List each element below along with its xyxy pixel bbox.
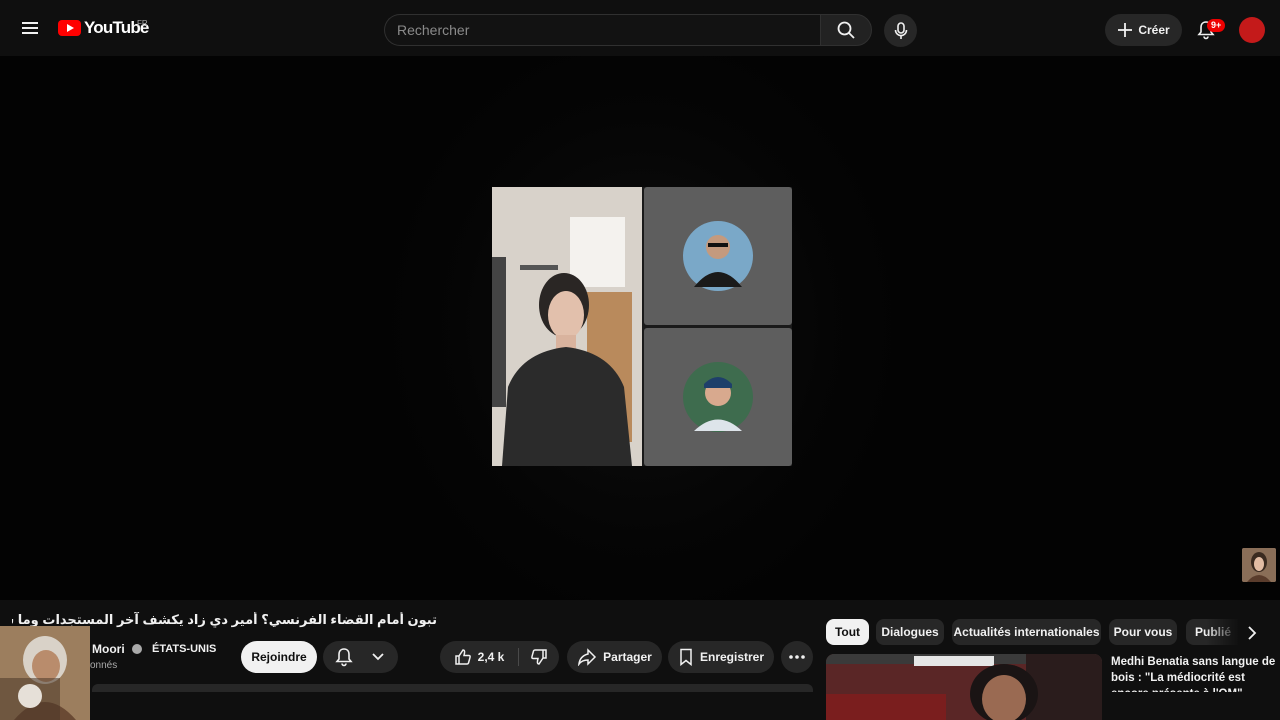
create-label: Créer [1138,23,1170,37]
chip-world-news[interactable]: Actualités internationales [952,619,1101,645]
recommended-image [826,654,1102,720]
share-label: Partager [603,650,652,664]
subscriber-count: onnés [90,660,118,671]
chip-for-you[interactable]: Pour vous [1109,619,1177,645]
subscribe-notification-button[interactable] [323,641,398,673]
search-input[interactable] [385,15,820,45]
like-count: 2,4 k [477,650,505,664]
share-button[interactable]: Partager [567,641,662,673]
plus-icon [1118,23,1133,37]
chip-label: Actualités internationales [953,625,1100,639]
recommended-thumbnail[interactable] [826,654,1102,720]
thumbs-down-icon [531,649,547,665]
notification-badge: 9+ [1207,19,1226,32]
thumbs-up-icon [454,649,471,665]
join-label: Rejoindre [251,650,307,664]
search-icon [837,21,855,39]
more-horizontal-icon [789,655,805,659]
chip-label: Tout [834,625,861,639]
chip-dialogues[interactable]: Dialogues [876,619,944,645]
participant-tile-bottom [644,328,792,466]
channel-image [0,626,90,720]
masthead: YouTube FR Créer 9+ [0,0,1280,56]
join-button[interactable]: Rejoindre [241,641,317,673]
participant-avatar [683,221,753,291]
guide-menu-button[interactable] [12,10,48,46]
bookmark-icon [680,648,692,666]
chip-label: Dialogues [881,625,939,639]
participant-video [492,187,642,466]
chevron-right-icon [1248,626,1257,640]
create-button[interactable]: Créer [1105,14,1182,46]
like-button[interactable]: 2,4 k [440,641,518,673]
search-button[interactable] [820,14,872,46]
chevron-down-icon [371,653,384,661]
search-box [384,14,820,46]
country-code: FR [137,19,148,28]
video-player[interactable] [0,56,1280,600]
chips-fade [1206,619,1240,647]
chip-all[interactable]: Tout [826,619,869,645]
recommended-title[interactable]: Medhi Benatia sans langue de bois : "La … [1111,654,1276,692]
chips-next-button[interactable] [1238,619,1266,647]
save-button[interactable]: Enregistrer [668,641,774,673]
participant-tile-main [492,187,642,466]
description-box[interactable] [92,684,813,692]
hamburger-icon [22,22,38,34]
voice-search-button[interactable] [884,14,917,47]
verified-icon [132,644,142,654]
account-avatar[interactable] [1239,17,1265,43]
youtube-play-icon [58,20,81,36]
youtube-logo[interactable]: YouTube [58,16,149,40]
chip-label: Pour vous [1113,625,1173,639]
channel-country: ÉTATS-UNIS [152,643,217,655]
preview-thumbnail[interactable] [1242,548,1276,582]
participant-tile-top [644,187,792,325]
channel-name[interactable]: Moori [92,642,125,656]
share-icon [578,648,597,666]
preview-image [1242,548,1276,582]
save-label: Enregistrer [699,650,765,664]
channel-thumbnail[interactable] [0,626,90,720]
like-dislike-group: 2,4 k [440,641,559,673]
microphone-icon [894,21,907,39]
dislike-button[interactable] [519,641,559,673]
more-actions-button[interactable] [781,641,813,673]
bell-icon [334,648,353,667]
video-frame [492,187,792,466]
participant-avatar [683,362,753,432]
